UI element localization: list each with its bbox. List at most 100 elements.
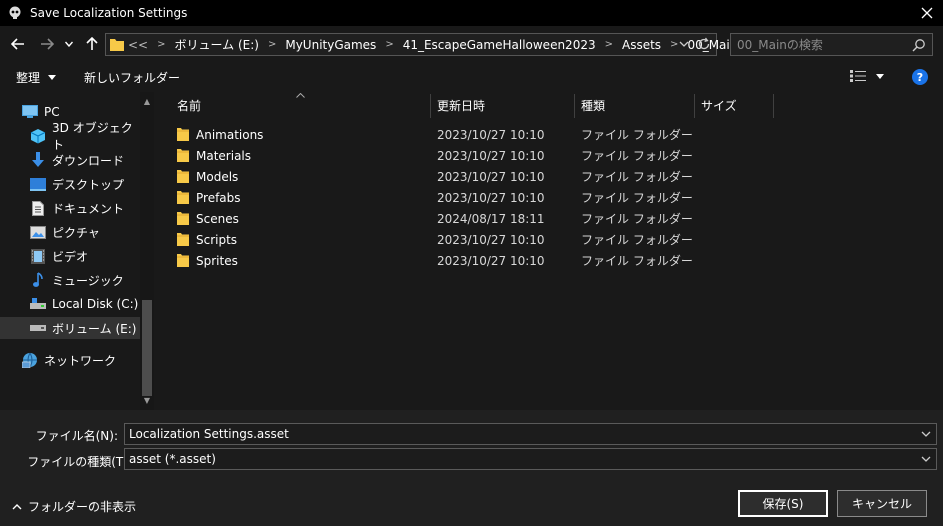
breadcrumb-overflow[interactable]: << [128, 38, 148, 52]
sidebar-item-label: ネットワーク [44, 353, 117, 368]
refresh-button[interactable] [696, 36, 712, 55]
sidebar-item-label: Local Disk (C:) [52, 297, 139, 311]
file-type: ファイル フォルダー [581, 149, 693, 163]
sidebar-item-desktop[interactable]: デスクトップ [0, 173, 140, 195]
chevron-down-icon[interactable] [920, 453, 932, 465]
file-row[interactable]: Prefabs 2023/10/27 10:10 ファイル フォルダー [175, 187, 695, 208]
column-divider[interactable] [773, 94, 774, 118]
column-header-name[interactable]: 名前 [177, 92, 201, 118]
breadcrumb-item[interactable]: 41_EscapeGameHalloween2023 [403, 38, 596, 52]
file-row[interactable]: Models 2023/10/27 10:10 ファイル フォルダー [175, 166, 695, 187]
folder-icon [110, 39, 124, 51]
documents-icon [30, 200, 46, 216]
sidebar-item-label: ダウンロード [52, 153, 125, 168]
address-history-button[interactable] [678, 37, 690, 54]
file-date: 2023/10/27 10:10 [437, 253, 545, 268]
chevron-down-icon [65, 41, 73, 47]
organize-menu[interactable]: 整理 [16, 69, 57, 86]
close-button[interactable] [911, 0, 943, 26]
pictures-icon [30, 224, 46, 240]
arrow-up-icon [86, 37, 98, 50]
arrow-right-icon [41, 38, 54, 50]
scroll-up-icon[interactable]: ▲ [142, 97, 152, 107]
file-row[interactable]: Scenes 2024/08/17 18:11 ファイル フォルダー [175, 208, 695, 229]
navigation-pane: PC 3D オブジェクト ダウンロード デスクトップ ドキュメント ピクチャ ビ… [0, 92, 155, 410]
sidebar-item-downloads[interactable]: ダウンロード [0, 149, 140, 171]
file-type: ファイル フォルダー [581, 191, 693, 205]
sidebar-item-documents[interactable]: ドキュメント [0, 197, 140, 219]
column-header-type[interactable]: 種類 [581, 92, 605, 118]
file-row[interactable]: Sprites 2023/10/27 10:10 ファイル フォルダー [175, 250, 695, 271]
sidebar-item-network[interactable]: ネットワーク [0, 349, 140, 371]
filename-input[interactable]: Localization Settings.asset [124, 423, 937, 445]
sort-ascending-icon [296, 93, 305, 98]
sidebar-item-label: ボリューム (E:) [52, 321, 137, 336]
sidebar-item-3d-objects[interactable]: 3D オブジェクト [0, 121, 140, 152]
column-divider[interactable] [574, 94, 575, 118]
file-date: 2023/10/27 10:10 [437, 127, 545, 142]
file-name-label: Scenes [196, 211, 239, 226]
window-title: Save Localization Settings [30, 6, 188, 20]
breadcrumb-separator-icon[interactable]: > [268, 39, 276, 50]
chevron-up-icon [12, 504, 22, 510]
file-date: 2023/10/27 10:10 [437, 190, 545, 205]
caret-down-icon [876, 73, 884, 79]
file-row[interactable]: Scripts 2023/10/27 10:10 ファイル フォルダー [175, 229, 695, 250]
sidebar-item-videos[interactable]: ビデオ [0, 245, 140, 267]
forward-button[interactable] [37, 34, 57, 54]
sidebar-scrollbar[interactable]: ▲ ▼ [140, 92, 154, 410]
file-name-label: Prefabs [196, 190, 241, 205]
search-input[interactable]: 00_Mainの検索 [730, 33, 933, 56]
file-row[interactable]: Materials 2023/10/27 10:10 ファイル フォルダー [175, 145, 695, 166]
folder-icon [177, 128, 189, 141]
column-date-label: 更新日時 [437, 98, 486, 113]
video-icon [30, 248, 46, 264]
breadcrumb-separator-icon[interactable]: > [385, 39, 393, 50]
file-name-label: Scripts [196, 232, 238, 247]
breadcrumb-item[interactable]: Assets [622, 38, 661, 52]
save-button[interactable]: 保存(S) [738, 490, 828, 517]
new-folder-button[interactable]: 新しいフォルダー [84, 69, 180, 86]
address-bar[interactable]: << > ボリューム (E:) > MyUnityGames > 41_Esca… [105, 33, 737, 56]
column-header-date[interactable]: 更新日時 [437, 92, 485, 118]
file-row[interactable]: Animations 2023/10/27 10:10 ファイル フォルダー [175, 124, 695, 145]
column-divider[interactable] [430, 94, 431, 118]
folder-icon [177, 170, 189, 183]
filetype-select[interactable]: asset (*.asset) [124, 448, 937, 470]
breadcrumb-separator-icon[interactable]: > [605, 39, 613, 50]
hide-folders-toggle[interactable]: フォルダーの非表示 [12, 498, 136, 515]
chevron-down-icon[interactable] [920, 428, 932, 440]
filetype-label: ファイルの種類(T): [27, 455, 132, 469]
view-options-button[interactable] [850, 70, 884, 82]
download-icon [30, 152, 46, 168]
up-button[interactable] [82, 34, 102, 54]
sidebar-item-label: PC [44, 105, 60, 119]
sidebar-item-local-disk[interactable]: Local Disk (C:) [0, 293, 140, 315]
back-button[interactable] [8, 34, 28, 54]
help-button[interactable]: ? [912, 69, 928, 85]
column-name-label: 名前 [177, 98, 202, 113]
column-header-size[interactable]: サイズ [701, 92, 737, 118]
sidebar-item-label: デスクトップ [52, 177, 125, 192]
sidebar-item-music[interactable]: ミュージック [0, 269, 140, 291]
caret-down-icon [48, 75, 57, 80]
scroll-down-icon[interactable]: ▼ [142, 396, 152, 406]
file-name: Prefabs [177, 191, 241, 205]
file-name: Materials [177, 149, 251, 163]
column-divider[interactable] [694, 94, 695, 118]
sidebar-item-label: ピクチャ [52, 225, 100, 240]
breadcrumb-item[interactable]: MyUnityGames [285, 38, 376, 52]
sidebar-item-volume-e[interactable]: ボリューム (E:) [0, 317, 140, 339]
sidebar-item-pictures[interactable]: ピクチャ [0, 221, 140, 243]
pc-icon [22, 104, 38, 120]
cancel-button[interactable]: キャンセル [837, 490, 927, 517]
help-icon: ? [916, 70, 924, 84]
scrollbar-thumb[interactable] [142, 300, 152, 396]
recent-locations-button[interactable] [62, 34, 76, 54]
breadcrumb-item[interactable]: ボリューム (E:) [175, 36, 259, 53]
file-name: Models [177, 170, 238, 184]
filetype-value: asset (*.asset) [129, 452, 216, 466]
new-folder-label: 新しいフォルダー [84, 71, 181, 85]
save-button-label: 保存(S) [762, 497, 804, 511]
breadcrumb-separator-icon[interactable]: > [157, 39, 165, 50]
